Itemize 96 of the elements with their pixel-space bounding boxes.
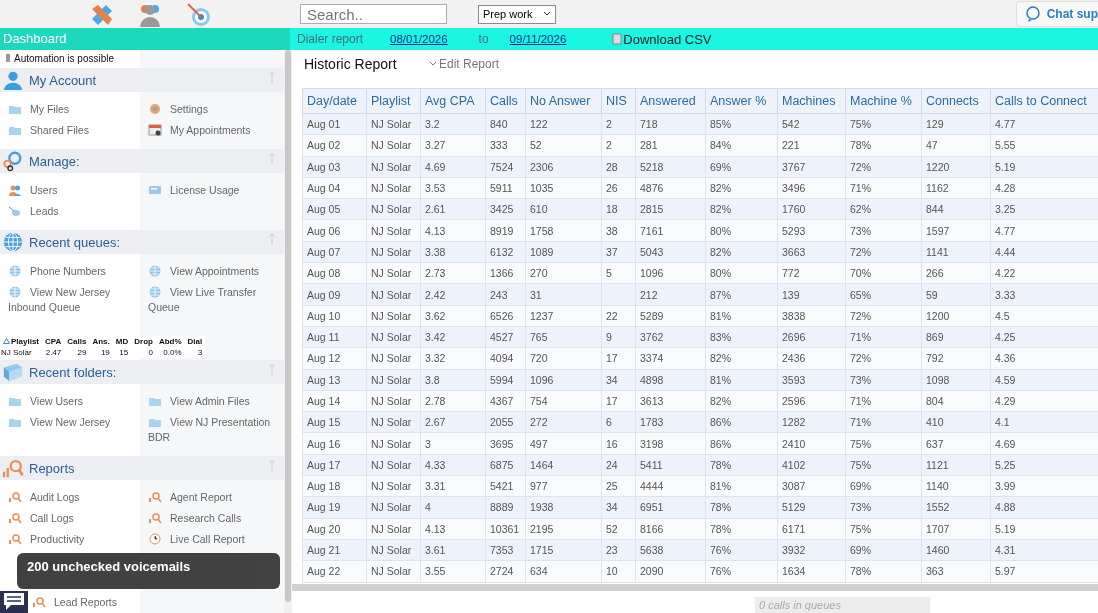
stats-cell: 3 xyxy=(184,347,206,358)
column-header[interactable]: NIS xyxy=(601,88,636,114)
table-cell: Aug 16 xyxy=(302,432,367,455)
sidebar-link[interactable]: View New Jersey Inbound Queue xyxy=(8,285,136,315)
table-cell: Aug 18 xyxy=(302,475,367,497)
stats-cell: 0 xyxy=(131,347,156,358)
sidebar-link[interactable]: License Usage xyxy=(148,183,276,198)
edit-report-toggle[interactable]: Edit Report xyxy=(429,57,500,71)
stats-cell-text: 19 xyxy=(99,347,111,358)
dialer-title: Dialer report xyxy=(297,32,364,46)
sidebar-link[interactable]: View New Jersey xyxy=(8,415,136,445)
column-header[interactable]: Answer % xyxy=(705,88,778,114)
stats-cell-text: NJ Solar xyxy=(0,347,33,358)
download-csv-link[interactable]: Download CSV xyxy=(612,31,712,47)
sidebar-link[interactable]: Agent Report xyxy=(148,490,276,505)
table-cell: Aug 22 xyxy=(302,560,367,583)
table-cell: Aug 12 xyxy=(302,347,367,370)
sidebar-link[interactable]: View Admin Files xyxy=(148,394,276,409)
column-header[interactable]: No Answer xyxy=(525,88,602,114)
section-title: Recent queues: xyxy=(29,234,121,250)
table-cell: Aug 03 xyxy=(302,156,367,178)
stats-header: Ans. xyxy=(91,336,111,347)
table-cell: Aug 17 xyxy=(302,454,367,476)
sidebar-link[interactable]: Settings xyxy=(148,102,276,117)
sidebar-link[interactable]: View Users xyxy=(8,394,136,409)
stats-cell-text: 15 xyxy=(118,347,130,358)
section-title: Reports xyxy=(29,460,75,476)
column-header[interactable]: Avg CPA xyxy=(420,88,486,114)
sidebar-link[interactable]: View NJ Presentation BDR xyxy=(148,415,276,445)
column-header[interactable]: Answered xyxy=(635,88,706,114)
table-cell: Aug 11 xyxy=(302,326,367,348)
sidebar-link[interactable]: My Files xyxy=(8,102,136,117)
column-header[interactable]: Calls to Connect xyxy=(990,88,1098,114)
stats-header: Playlist xyxy=(0,336,42,347)
stats-header: Drop xyxy=(131,336,156,347)
table-cell: Aug 10 xyxy=(302,305,367,327)
column-header[interactable]: Day/date xyxy=(302,88,367,114)
table-cell: Aug 05 xyxy=(302,198,367,220)
table-cell: Aug 01 xyxy=(302,113,367,135)
voicemail-toast: 200 unchecked voicemails xyxy=(17,553,280,589)
chat-support-button[interactable]: Chat sup xyxy=(1015,1,1098,27)
table-cell: Aug 09 xyxy=(302,283,367,306)
sidebar-link[interactable]: Call Logs xyxy=(8,511,136,526)
stats-header: CPA xyxy=(44,336,63,347)
table-cell: Aug 21 xyxy=(302,539,367,561)
sidebar-link[interactable]: Live Call Report xyxy=(148,532,276,547)
section-header[interactable]: Reports xyxy=(0,456,284,480)
table-cell: Aug 06 xyxy=(302,220,367,242)
sidebar-link[interactable]: Lead Reports xyxy=(32,595,142,610)
table-cell: Aug 15 xyxy=(302,411,367,433)
stats-header: Abd% xyxy=(155,336,185,347)
sidebar-link[interactable]: View Appointments xyxy=(148,264,276,279)
date-link[interactable]: 08/01/2026 xyxy=(390,33,448,45)
stats-cell-text: 2.47 xyxy=(44,347,63,358)
sidebar-link[interactable]: Audit Logs xyxy=(8,490,136,505)
section-header[interactable]: Recent folders: xyxy=(0,360,284,384)
table-cell: Aug 02 xyxy=(302,134,367,157)
to-label: to xyxy=(478,32,489,46)
sidebar-link[interactable]: Productivity xyxy=(8,532,136,547)
stats-header: Dial xyxy=(184,336,206,347)
automation-note: Automation is possible xyxy=(14,52,115,64)
sidebar-link[interactable]: Users xyxy=(8,183,136,198)
playlist-dropdown[interactable]: Prep work xyxy=(478,4,556,24)
stats-cell-text: 29 xyxy=(76,347,88,358)
section-header[interactable]: Manage: xyxy=(0,149,284,173)
section-title: My Account xyxy=(29,72,97,88)
stats-cell: 0.0% xyxy=(155,347,185,358)
sidebar-link[interactable]: My Appointments xyxy=(148,123,276,138)
sidebar-link[interactable]: Research Calls xyxy=(148,511,276,526)
table-cell: Aug 08 xyxy=(302,262,367,284)
table-cell: Aug 20 xyxy=(302,518,367,540)
column-header[interactable]: Machine % xyxy=(845,88,922,114)
sidebar-link[interactable]: View Live Transfer Queue xyxy=(148,285,276,315)
dashboard-title: Dashboard xyxy=(0,28,290,50)
sidebar-link[interactable]: Phone Numbers xyxy=(8,264,136,279)
date-link[interactable]: 09/11/2026 xyxy=(509,33,567,45)
sidebar-link[interactable]: Leads xyxy=(8,204,136,219)
sidebar-link[interactable]: Shared Files xyxy=(8,123,136,138)
table-cell: Aug 19 xyxy=(302,496,367,519)
search-field[interactable]: Search.. xyxy=(300,4,447,24)
stats-header: MD xyxy=(114,336,130,347)
column-header[interactable]: Connects xyxy=(921,88,991,114)
table-cell: Aug 04 xyxy=(302,177,367,199)
table-cell: Aug 13 xyxy=(302,369,367,391)
stats-header: Calls xyxy=(66,336,88,347)
column-header[interactable]: Calls xyxy=(485,88,526,114)
section-title: Manage: xyxy=(29,153,80,169)
report-title: Historic Report xyxy=(304,56,398,72)
section-header[interactable]: Recent queues: xyxy=(0,230,284,254)
queue-status: 0 calls in queues xyxy=(755,597,930,613)
column-header[interactable]: Playlist xyxy=(366,88,421,114)
table-cell: Aug 14 xyxy=(302,390,367,412)
table-cell: Aug 07 xyxy=(302,241,367,263)
section-header[interactable]: My Account xyxy=(0,68,284,92)
column-header[interactable]: Machines xyxy=(777,88,846,114)
section-title: Recent folders: xyxy=(29,364,117,380)
